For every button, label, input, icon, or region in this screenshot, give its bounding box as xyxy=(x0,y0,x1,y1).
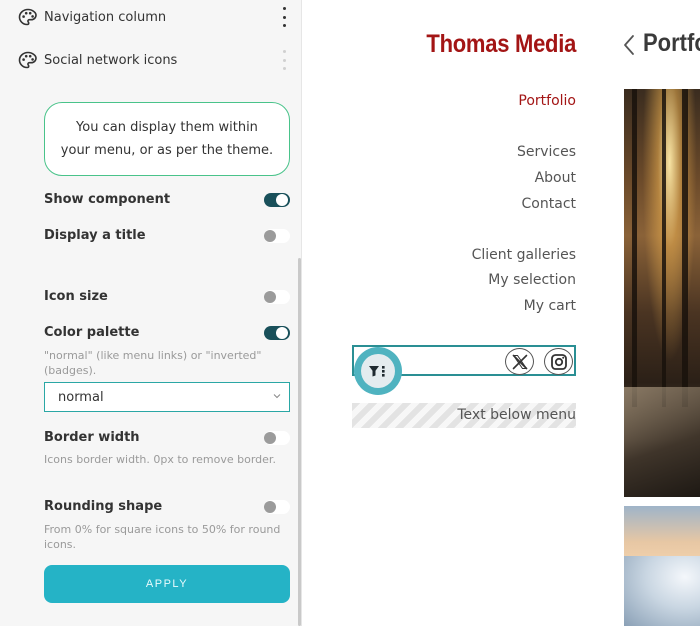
menu-link-contact[interactable]: Contact xyxy=(522,196,576,212)
select-value: normal xyxy=(58,390,104,405)
forest-road xyxy=(624,387,700,497)
menu-link-my-selection[interactable]: My selection xyxy=(488,272,576,288)
palette-icon xyxy=(18,8,37,26)
show-component-label: Show component xyxy=(44,192,171,207)
panel-item-label: Social network icons xyxy=(44,52,178,68)
menu-link-my-cart[interactable]: My cart xyxy=(524,298,576,314)
x-social-button[interactable] xyxy=(505,348,534,375)
info-text-line: You can display them within xyxy=(76,120,258,135)
panel-item-social-network-icons[interactable]: Social network icons xyxy=(18,51,177,69)
instagram-icon xyxy=(550,353,567,370)
tree-trunk xyxy=(662,89,666,407)
chevron-left-icon[interactable] xyxy=(622,34,636,56)
portfolio-heading: Portfolio xyxy=(643,29,700,57)
apply-button[interactable]: APPLY xyxy=(44,565,290,603)
filter-settings-icon xyxy=(361,354,395,388)
info-text-line: your menu, or as per the theme. xyxy=(60,143,274,158)
toggle-knob xyxy=(276,194,288,206)
menu-link-about[interactable]: About xyxy=(535,170,576,186)
menu-link-portfolio[interactable]: Portfolio xyxy=(518,93,576,109)
panel-scrollbar[interactable] xyxy=(298,258,301,626)
tree-trunk xyxy=(682,89,688,407)
more-options-icon[interactable] xyxy=(280,50,288,70)
color-palette-toggle[interactable] xyxy=(264,326,290,340)
color-palette-select[interactable]: normal xyxy=(44,382,290,412)
rounding-shape-help: From 0% for square icons to 50% for roun… xyxy=(44,523,281,551)
display-title-toggle[interactable] xyxy=(264,229,290,243)
toggle-knob xyxy=(264,230,276,242)
text-below-menu-area[interactable]: Text below menu xyxy=(352,403,576,428)
info-message: You can display them within your menu, o… xyxy=(44,102,290,176)
toggle-knob xyxy=(264,432,276,444)
portfolio-photo-snow[interactable] xyxy=(624,506,700,626)
more-options-icon[interactable] xyxy=(280,7,288,27)
rounding-shape-toggle[interactable] xyxy=(264,500,290,514)
instagram-social-button[interactable] xyxy=(544,348,573,375)
x-icon xyxy=(512,354,527,369)
text-below-menu: Text below menu xyxy=(457,407,576,423)
icon-size-toggle[interactable] xyxy=(264,290,290,304)
color-palette-help: "normal" (like menu links) or "inverted"… xyxy=(44,349,262,377)
panel-item-navigation-column[interactable]: Navigation column xyxy=(18,8,166,26)
settings-panel: Navigation column Social network icons Y… xyxy=(0,0,302,626)
tree-trunk xyxy=(632,89,637,407)
border-width-help: Icons border width. 0px to remove border… xyxy=(44,453,276,466)
edit-component-button[interactable] xyxy=(354,347,402,395)
snow-scene xyxy=(624,556,700,626)
menu-link-services[interactable]: Services xyxy=(517,144,576,160)
toggle-knob xyxy=(264,501,276,513)
toggle-knob xyxy=(264,291,276,303)
toggle-knob xyxy=(276,327,288,339)
border-width-label: Border width xyxy=(44,430,140,445)
palette-icon xyxy=(18,51,37,69)
border-width-toggle[interactable] xyxy=(264,431,290,445)
icon-size-label: Icon size xyxy=(44,289,108,304)
site-title[interactable]: Thomas Media xyxy=(426,30,576,59)
portfolio-photo-forest[interactable] xyxy=(624,89,700,497)
menu-link-client-galleries[interactable]: Client galleries xyxy=(472,247,576,263)
show-component-toggle[interactable] xyxy=(264,193,290,207)
rounding-shape-label: Rounding shape xyxy=(44,499,163,514)
panel-item-label: Navigation column xyxy=(44,9,167,25)
display-title-label: Display a title xyxy=(44,228,146,243)
chevron-down-icon xyxy=(273,394,281,399)
color-palette-label: Color palette xyxy=(44,325,140,340)
